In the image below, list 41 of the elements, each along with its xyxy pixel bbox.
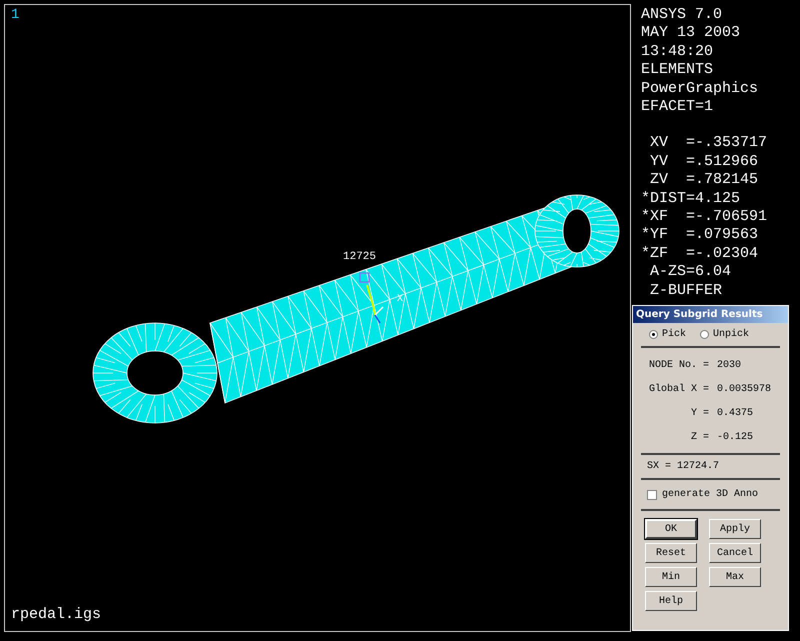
model-file-name: rpedal.igs xyxy=(11,606,102,623)
dialog-button[interactable]: Apply xyxy=(709,519,761,539)
dialog-button[interactable]: Cancel xyxy=(709,543,761,563)
dialog-title: Query Subgrid Results xyxy=(633,306,788,323)
view-parameter: A-ZS=6.04 xyxy=(649,263,732,282)
info-line: EFACET=1 xyxy=(641,98,714,116)
view-parameter: Z-BUFFER xyxy=(649,282,724,300)
dialog-button[interactable]: Help xyxy=(645,591,697,611)
radio-option[interactable]: Unpick xyxy=(700,329,750,340)
axis-triad-icon xyxy=(366,284,384,324)
dialog-button[interactable]: Max xyxy=(709,567,761,587)
view-parameter: XV =-.353717 xyxy=(649,134,768,153)
result-value: 0.0035978 xyxy=(717,384,772,395)
view-parameter: *XF =-.706591 xyxy=(641,208,768,226)
result-value: -0.125 xyxy=(717,432,754,443)
node-marker-icon xyxy=(359,272,370,283)
view-parameter: *DIST=4.125 xyxy=(641,190,742,208)
view-parameter: ZV =.782145 xyxy=(649,171,760,190)
result-label: Y = xyxy=(690,408,709,419)
node-label: 12725 xyxy=(343,251,376,263)
view-parameter: *ZF =-.02304 xyxy=(641,244,760,264)
view-parameter: *YF =.079563 xyxy=(641,226,760,245)
info-line: 13:48:20 xyxy=(641,42,714,62)
info-line: MAY 13 2003 xyxy=(641,24,742,43)
result-label: NODE No. = xyxy=(648,360,709,371)
stress-value: SX = 12724.7 xyxy=(646,461,720,472)
dialog-button[interactable]: Reset xyxy=(645,543,697,563)
info-line: ELEMENTS xyxy=(641,61,714,80)
view-parameter: YV =.512966 xyxy=(649,152,760,172)
radio-option[interactable]: Pick xyxy=(649,329,686,340)
dialog-button[interactable]: OK xyxy=(645,519,697,539)
axis-label: X xyxy=(397,294,404,305)
result-value: 0.4375 xyxy=(717,408,754,419)
window-number: 1 xyxy=(11,7,20,23)
result-label: Global X = xyxy=(648,384,709,395)
result-label: Z = xyxy=(690,432,709,443)
dialog-button[interactable]: Min xyxy=(645,567,697,587)
generate-anno-checkbox[interactable]: generate 3D Anno xyxy=(641,489,780,500)
result-value: 2030 xyxy=(717,360,742,371)
info-line: PowerGraphics xyxy=(641,80,760,98)
info-line: ANSYS 7.0 xyxy=(641,6,724,24)
